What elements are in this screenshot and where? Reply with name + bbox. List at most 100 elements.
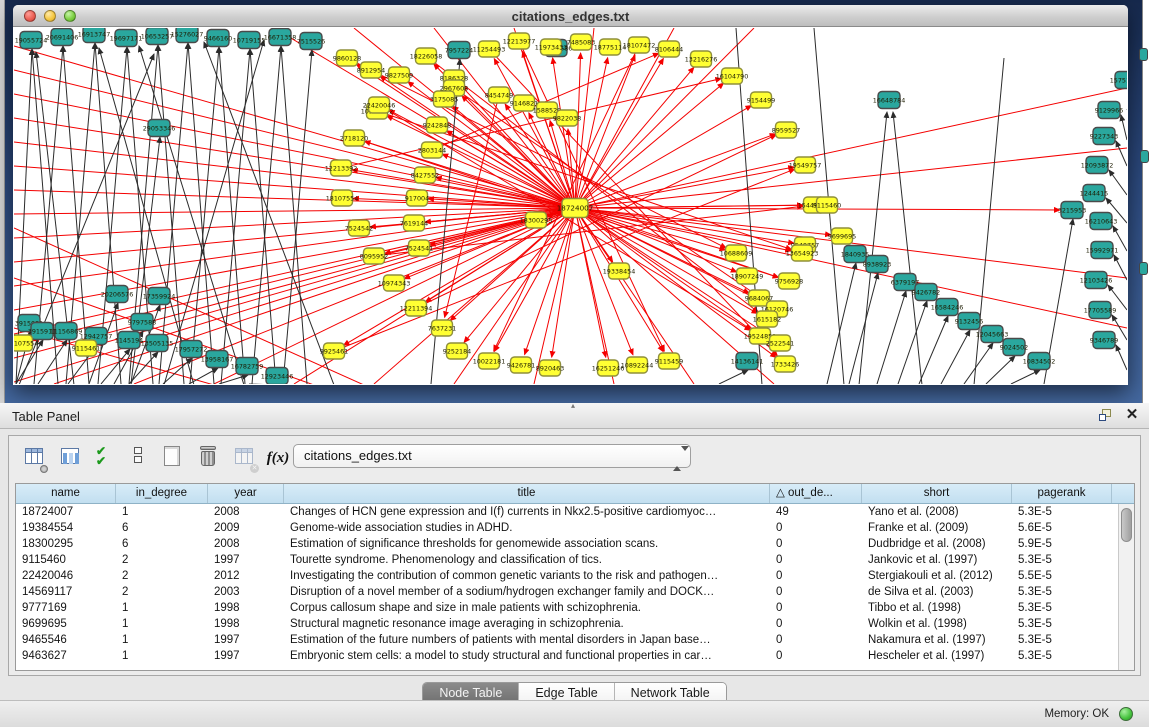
graph-node-yellow[interactable]: 9699695 (828, 228, 856, 244)
float-panel-icon[interactable] (1099, 409, 1114, 423)
graph-node-yellow[interactable]: 8920463 (536, 360, 564, 376)
graph-node-teal[interactable]: 17705589 (1084, 302, 1117, 319)
column-header-year[interactable]: year (208, 484, 284, 503)
graph-node-teal[interactable]: 17359924 (143, 288, 176, 305)
table-row[interactable]: 946362711997Embryonic stem cells: a mode… (16, 648, 1118, 664)
table-row[interactable]: 1938455462009Genome-wide association stu… (16, 520, 1118, 536)
graph-node-teal[interactable]: 9466160 (204, 30, 232, 47)
resize-grip-icon[interactable]: ▴ (571, 401, 580, 407)
graph-node-yellow[interactable]: 16104790 (716, 68, 749, 84)
graph-node-yellow[interactable]: 917004 (405, 190, 429, 206)
graph-node-teal[interactable]: 8938923 (863, 256, 891, 273)
graph-node-yellow[interactable]: 1615182 (753, 311, 781, 327)
graph-node-teal[interactable]: 9129966 (1095, 102, 1123, 119)
graph-node-teal[interactable]: 15992971 (1086, 242, 1119, 259)
column-header-in_degree[interactable]: in_degree (116, 484, 208, 503)
network-canvas[interactable]: 1905572420691406169137471969717110653257… (14, 28, 1127, 384)
graph-node-yellow[interactable]: 9115459 (655, 353, 683, 369)
network-graph[interactable]: 1905572420691406169137471969717110653257… (14, 28, 1127, 384)
graph-node-teal[interactable]: 16584246 (931, 299, 964, 316)
graph-node-teal[interactable]: 12103426 (1080, 272, 1113, 289)
scrollbar-thumb[interactable] (1121, 508, 1132, 542)
table-row[interactable]: 911546021997Tourette syndrome. Phenomeno… (16, 552, 1118, 568)
vertical-scrollbar[interactable] (1118, 504, 1134, 670)
graph-node-teal[interactable]: 20206576 (101, 286, 134, 303)
row-height-button[interactable] (125, 443, 151, 471)
graph-node-teal[interactable]: 14136141 (731, 353, 764, 370)
graph-node-teal[interactable]: 9426782 (912, 284, 940, 301)
table-source-select[interactable]: citations_edges.txt (293, 444, 691, 468)
network-window[interactable]: citations_edges.txt 19055724206914061691… (13, 5, 1128, 385)
function-builder-button[interactable]: f(x) (265, 443, 291, 471)
graph-node-yellow[interactable]: 18107554 (326, 190, 359, 206)
graph-node-yellow[interactable]: 16251246 (592, 360, 625, 376)
graph-node-yellow[interactable]: 7524542 (345, 220, 373, 236)
graph-node-teal[interactable]: 19697171 (110, 30, 143, 47)
selection-mode-button[interactable]: ✔✔ (93, 443, 119, 471)
graph-node-teal[interactable]: 16648784 (873, 92, 906, 109)
graph-node-teal[interactable]: 16913747 (78, 28, 111, 43)
column-header-title[interactable]: title (284, 484, 770, 503)
graph-node-teal[interactable]: 10653257 (141, 28, 174, 45)
graph-node-teal[interactable]: 1244415 (1080, 185, 1108, 202)
graph-node-yellow[interactable]: 9242848 (423, 117, 451, 133)
graph-node-teal[interactable]: 15276027 (171, 28, 204, 43)
graph-node-yellow[interactable]: 18107472 (623, 37, 656, 53)
graph-node-teal[interactable]: 13958167 (201, 351, 234, 368)
graph-node-teal[interactable]: 13505135 (141, 335, 174, 352)
graph-node-teal[interactable]: 19055724 (15, 32, 48, 49)
graph-node-teal[interactable]: 15751074 (1110, 72, 1127, 89)
graph-node-yellow[interactable]: 8912954 (357, 62, 385, 78)
graph-node-yellow[interactable]: 2522541 (766, 335, 794, 351)
graph-node-yellow[interactable]: 18724007 (557, 199, 594, 218)
graph-node-yellow[interactable]: 9154499 (747, 92, 775, 108)
graph-node-yellow[interactable]: 9756928 (775, 273, 803, 289)
graph-node-teal[interactable]: 20691406 (46, 29, 79, 46)
graph-node-yellow[interactable]: 10022181 (473, 353, 506, 369)
graph-node-yellow[interactable]: 7485083 (567, 34, 595, 50)
column-header-out_de[interactable]: △ out_de... (770, 484, 862, 503)
table-row[interactable]: 1456911722003Disruption of a novel membe… (16, 584, 1118, 600)
graph-node-teal[interactable]: 12093872 (1081, 157, 1114, 174)
graph-node-yellow[interactable]: 7524541 (405, 240, 433, 256)
graph-node-teal[interactable]: 9132456 (955, 313, 983, 330)
graph-node-yellow[interactable]: 9252184 (443, 343, 471, 359)
close-panel-icon[interactable]: ✕ (1124, 407, 1140, 423)
window-titlebar[interactable]: citations_edges.txt (13, 5, 1128, 27)
graph-node-yellow[interactable]: 11254493 (473, 41, 506, 57)
table-row[interactable]: 977716911998Corpus callosum shape and si… (16, 600, 1118, 616)
show-columns-button[interactable] (57, 443, 83, 471)
graph-node-yellow[interactable]: 9860128 (333, 50, 361, 66)
graph-node-teal[interactable]: 1145194 (115, 332, 143, 349)
graph-node-yellow[interactable]: 13216276 (685, 51, 718, 67)
table-row[interactable]: 1872400712008Changes of HCN gene express… (16, 504, 1118, 520)
graph-node-yellow[interactable]: 7619144 (400, 215, 428, 231)
graph-node-yellow[interactable]: 3175085 (430, 91, 458, 107)
graph-node-yellow[interactable]: 2803144 (418, 142, 446, 158)
graph-node-teal[interactable]: 3215953 (1058, 202, 1086, 219)
column-header-pagerank[interactable]: pagerank (1012, 484, 1112, 503)
graph-node-yellow[interactable]: 9822038 (553, 110, 581, 126)
new-column-button[interactable] (159, 443, 185, 471)
table-row[interactable]: 1830029562008Estimation of significance … (16, 536, 1118, 552)
table-row[interactable]: 969969511998Structural magnetic resonanc… (16, 616, 1118, 632)
graph-node-teal[interactable]: 16210643 (1085, 213, 1118, 230)
graph-node-teal[interactable]: 16782759 (231, 358, 264, 375)
graph-node-yellow[interactable]: 19338454 (603, 263, 636, 279)
graph-node-yellow[interactable]: 18226058 (410, 48, 443, 64)
table-body[interactable]: 1872400712008Changes of HCN gene express… (16, 504, 1118, 670)
graph-node-yellow[interactable]: 9925461 (320, 343, 348, 359)
table-panel-titlebar[interactable]: Table Panel ▴ ✕ (0, 403, 1149, 429)
graph-node-yellow[interactable]: 10974343 (378, 275, 411, 291)
graph-node-yellow[interactable]: 7637231 (428, 320, 456, 336)
table-row[interactable]: 946554611997Estimation of the future num… (16, 632, 1118, 648)
graph-node-yellow[interactable]: 9426781 (507, 357, 535, 373)
graph-node-teal[interactable]: 10719155 (233, 32, 266, 49)
delete-column-button[interactable] (195, 443, 221, 471)
graph-node-yellow[interactable]: 9115460 (813, 197, 841, 213)
graph-node-yellow[interactable]: 8959527 (772, 122, 800, 138)
column-header-name[interactable]: name (16, 484, 116, 503)
table-mode-button[interactable] (21, 443, 47, 471)
graph-node-teal[interactable]: 11156869 (50, 323, 83, 340)
graph-node-teal[interactable]: 12923446 (261, 368, 294, 385)
